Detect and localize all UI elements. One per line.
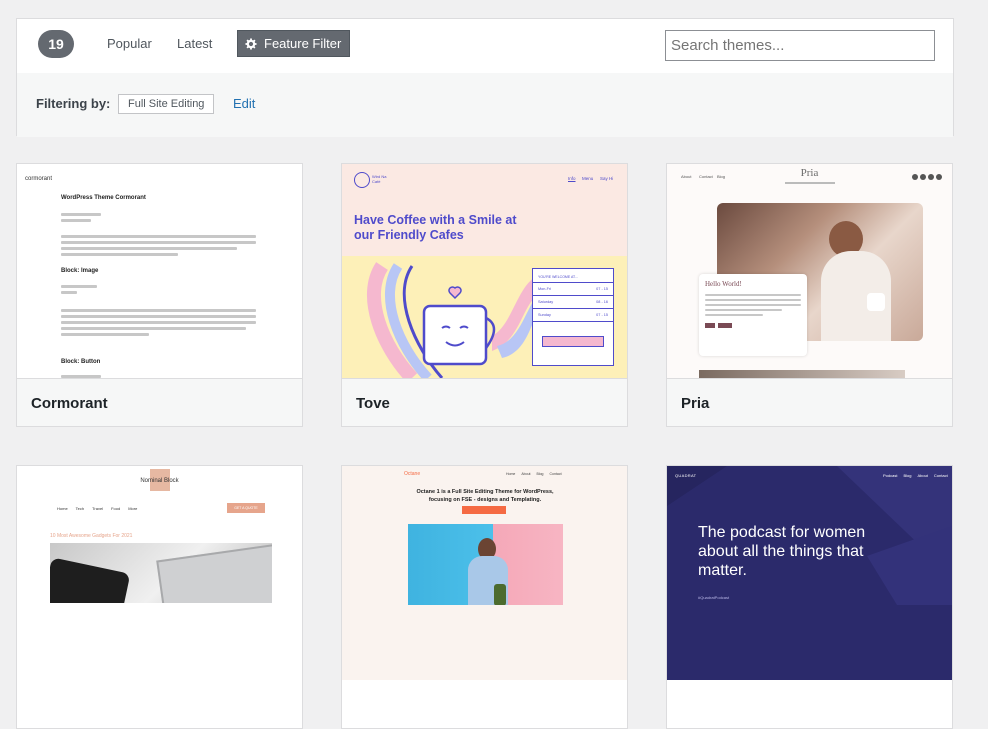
theme-screenshot: Nominal Block Home Tech Travel Food More GET… <box>17 466 302 680</box>
opening-hours-box: YOU'RE WELCOME AT... Mon-Fri 07 - 15 Satu… <box>532 268 614 366</box>
theme-filter-bar: 19 Popular Latest Feature Filter Filteri… <box>16 18 954 137</box>
preview-nav-info: Info <box>568 176 576 181</box>
feature-filter-label: Feature Filter <box>264 36 342 51</box>
preview-nav: Home About Blog Contact <box>506 472 562 476</box>
gear-icon <box>245 37 257 50</box>
preview-hashtag: #QuadratPodcast <box>698 595 730 600</box>
theme-card-octane[interactable]: Octane Home About Blog Contact Octane 1 is … <box>341 465 628 729</box>
preview-logo: Octane <box>404 471 421 477</box>
theme-name: Cormorant <box>31 395 108 412</box>
preview-heading-button: Block: Button <box>61 359 101 365</box>
preview-meta <box>61 210 141 225</box>
preview-tagline <box>785 182 835 184</box>
theme-card-quadrat[interactable]: QUADRAT Podcast Blog About Contact The podc… <box>666 465 953 729</box>
preview-nav-sayhi: Say Hi <box>600 176 614 181</box>
theme-card-tove[interactable]: Wird Na Café Info Menu Say Hi Have Coffe… <box>341 163 628 427</box>
hero-photo <box>408 524 563 605</box>
edit-filter-link[interactable]: Edit <box>233 96 255 111</box>
hours-title: YOU'RE WELCOME AT... <box>538 275 578 279</box>
preview-post-title: 10 Most Awesome Gadgets For 2021 <box>50 533 133 539</box>
theme-count-badge: 19 <box>38 30 74 58</box>
theme-name-bar: Cormorant <box>17 378 302 426</box>
theme-name: Tove <box>356 395 390 412</box>
filter-toolbar: 19 Popular Latest Feature Filter <box>17 19 953 74</box>
filtering-by-label: Filtering by: <box>36 96 111 111</box>
preview-logo-text: Wird Na Café <box>372 174 387 184</box>
theme-name: Pria <box>681 395 710 412</box>
theme-card-pria[interactable]: About Contact Blog Pria Hello World! Pri… <box>666 163 953 427</box>
theme-name-bar: Pria <box>667 378 952 426</box>
hello-text <box>699 294 807 316</box>
preview-logo: Nominal Block <box>140 478 179 484</box>
preview-heading-image: Block: Image <box>61 268 99 274</box>
preview-headline: The podcast for women about all the thin… <box>698 524 866 579</box>
hello-title: Hello World! <box>705 280 742 288</box>
next-post-image <box>699 370 905 378</box>
theme-screenshot: cormorant WordPress Theme Cormorant Bloc… <box>17 164 302 378</box>
preview-nav: Podcast Blog About Contact <box>883 473 948 478</box>
theme-screenshot: QUADRAT Podcast Blog About Contact The podc… <box>667 466 952 680</box>
preview-cta <box>462 506 506 514</box>
preview-logo: QUADRAT <box>675 473 697 478</box>
hours-row: Mon-Fri 07 - 15 <box>533 282 613 295</box>
theme-screenshot: Octane Home About Blog Contact Octane 1 is … <box>342 466 627 680</box>
theme-card-cormorant[interactable]: cormorant WordPress Theme Cormorant Bloc… <box>16 163 303 427</box>
latest-link[interactable]: Latest <box>177 36 212 51</box>
theme-name-bar: Tove <box>342 378 627 426</box>
cafe-logo-icon <box>354 172 370 188</box>
preview-paragraph <box>61 232 256 259</box>
filter-tag-full-site-editing: Full Site Editing <box>118 94 215 114</box>
preview-meta-2 <box>61 282 141 297</box>
preview-headline: Octane 1 is a Full Site Editing Theme fo… <box>416 489 554 503</box>
preview-post-title: WordPress Theme Cormorant <box>61 195 146 201</box>
filter-summary: Filtering by: Full Site Editing Edit <box>17 73 953 137</box>
preview-title: Pria <box>800 167 819 179</box>
theme-card-nominal-block[interactable]: Nominal Block Home Tech Travel Food More GET… <box>16 465 303 729</box>
preview-paragraph-2 <box>61 306 256 339</box>
preview-headline: Have Coffee with a Smile at our Friendly… <box>354 213 517 242</box>
theme-screenshot: Wird Na Café Info Menu Say Hi Have Coffe… <box>342 164 627 378</box>
preview-nav: Home Tech Travel Food More <box>57 506 138 511</box>
preview-site-title: cormorant <box>25 176 53 182</box>
social-icons <box>912 174 942 180</box>
preview-nav-menu: Menu <box>582 176 594 181</box>
popular-link[interactable]: Popular <box>107 36 152 51</box>
search-themes-input[interactable] <box>665 30 935 61</box>
theme-screenshot: About Contact Blog Pria Hello World! <box>667 164 952 378</box>
gadget-photo <box>50 543 272 603</box>
hello-world-card: Hello World! <box>699 274 807 356</box>
hours-cta <box>542 336 604 347</box>
hello-tags <box>699 319 807 332</box>
feature-filter-button[interactable]: Feature Filter <box>237 30 351 57</box>
hours-row: Saturday 08 - 16 <box>533 295 613 308</box>
preview-cta: GET A QUOTE <box>227 503 265 513</box>
hours-row: Sunday 07 - 15 <box>533 308 613 322</box>
